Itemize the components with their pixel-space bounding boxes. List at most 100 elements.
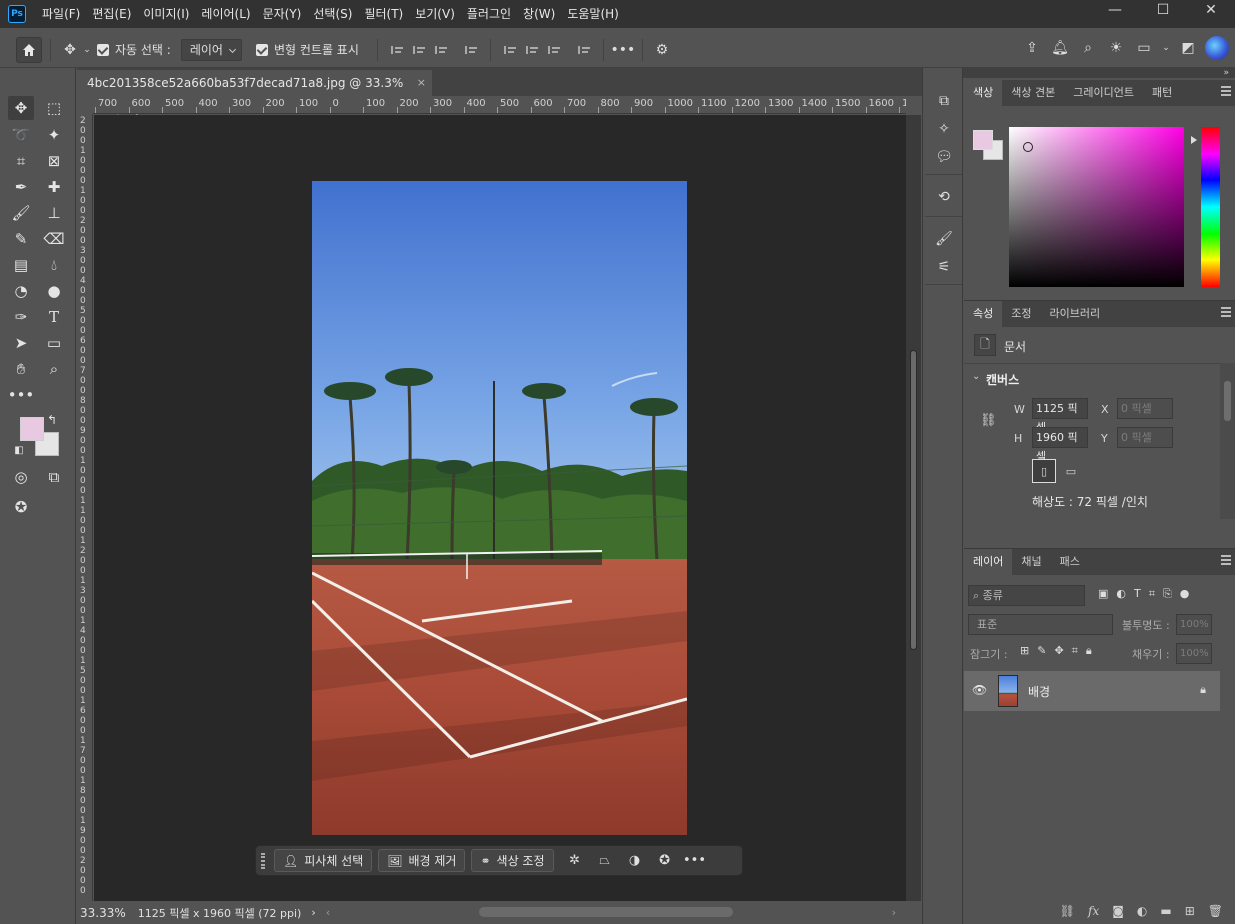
- lock-position-icon[interactable]: ✥: [1054, 644, 1063, 658]
- bell-icon[interactable]: 🔔︎: [1049, 37, 1071, 59]
- lock-all-icon[interactable]: 🔒︎: [1086, 644, 1092, 658]
- history-icon[interactable]: ⟲: [933, 186, 955, 208]
- color-adjust-button[interactable]: ⚭ 색상 조정: [471, 849, 554, 872]
- chevron-right-icon[interactable]: ›: [311, 906, 315, 919]
- distribute-horizontal-icon[interactable]: [460, 39, 482, 61]
- move-tool-icon[interactable]: ✥: [8, 96, 34, 120]
- more-tools-icon[interactable]: •••: [8, 383, 35, 407]
- share-icon[interactable]: ⇪: [1021, 37, 1043, 59]
- tab-gradients[interactable]: 그레이디언트: [1064, 80, 1143, 106]
- type-tool-icon[interactable]: T: [41, 305, 67, 329]
- select-subject-button[interactable]: 👤︎ 피사체 선택: [274, 849, 373, 872]
- minimize-button[interactable]: —: [1091, 0, 1139, 20]
- panel-menu-icon[interactable]: [1221, 86, 1231, 96]
- actions-icon[interactable]: ✧: [933, 118, 955, 140]
- horizontal-scrollbar-thumb[interactable]: [479, 907, 733, 917]
- zoom-level[interactable]: 33.33%: [80, 906, 126, 920]
- y-input[interactable]: 0 픽셀: [1117, 427, 1173, 448]
- lock-pixels-icon[interactable]: ✎: [1037, 644, 1046, 658]
- link-layers-icon[interactable]: ⛓: [1060, 904, 1075, 918]
- screen-mode-icon[interactable]: ⧉: [41, 465, 67, 489]
- transform-controls-checkbox[interactable]: [255, 43, 268, 56]
- maximize-button[interactable]: ☐: [1139, 0, 1187, 20]
- fx-icon[interactable]: fx: [1088, 904, 1099, 918]
- pen-tool-icon[interactable]: ✑: [8, 305, 34, 329]
- avatar[interactable]: [1205, 36, 1229, 60]
- layer-filter-search[interactable]: ⌕ 종류: [968, 585, 1085, 606]
- comments-icon[interactable]: 💬︎: [933, 146, 955, 168]
- chevron-down-icon[interactable]: ⌄: [1161, 37, 1171, 59]
- menu-item[interactable]: 레이어(L): [195, 0, 256, 28]
- x-input[interactable]: 0 픽셀: [1117, 398, 1173, 419]
- align-center-icon[interactable]: [408, 39, 430, 61]
- foreground-color-swatch[interactable]: [20, 417, 44, 441]
- tab-channels[interactable]: 채널: [1012, 549, 1050, 575]
- default-colors-icon[interactable]: ◧: [12, 443, 26, 457]
- eraser-tool-icon[interactable]: ⌫: [41, 227, 67, 251]
- align-bottom-icon[interactable]: [543, 39, 565, 61]
- panels-collapse-strip[interactable]: »»: [922, 68, 1235, 78]
- crop-tool-icon[interactable]: ⌗: [8, 149, 34, 173]
- filter-toggle-icon[interactable]: ●: [1180, 587, 1190, 601]
- chevron-down-icon[interactable]: ⌄: [81, 39, 93, 61]
- opacity-input[interactable]: 100%: [1176, 614, 1212, 635]
- align-middle-icon[interactable]: [521, 39, 543, 61]
- tab-patterns[interactable]: 패턴: [1143, 80, 1181, 106]
- generative-tool-icon[interactable]: ✪: [8, 495, 34, 519]
- remove-background-button[interactable]: 🖼︎ 배경 제거: [378, 849, 466, 872]
- tab-layers[interactable]: 레이어: [964, 549, 1013, 575]
- vertical-scrollbar[interactable]: [906, 115, 921, 901]
- tab-properties[interactable]: 속성: [964, 301, 1003, 327]
- filter-shape-icon[interactable]: ⌗: [1149, 587, 1155, 601]
- search-icon[interactable]: ⌕: [1077, 37, 1099, 59]
- zoom-tool-icon[interactable]: ⌕: [41, 357, 67, 381]
- document-tab[interactable]: 4bc201358ce52a660ba53f7decad71a8.jpg @ 3…: [77, 70, 432, 116]
- rectangle-tool-icon[interactable]: ▭: [41, 331, 67, 355]
- portrait-orientation-icon[interactable]: ▯: [1032, 459, 1056, 483]
- scroll-right-icon[interactable]: ›: [892, 906, 896, 919]
- canvas-image[interactable]: [312, 181, 687, 835]
- move-tool-icon[interactable]: ✥: [59, 39, 81, 61]
- tab-adjustments[interactable]: 조정: [1002, 301, 1040, 327]
- trash-icon[interactable]: 🗑︎: [1208, 904, 1223, 918]
- foreground-color-swatch[interactable]: [973, 130, 993, 150]
- zoom-lens-tool-icon[interactable]: ●: [41, 279, 67, 303]
- filter-pixel-icon[interactable]: ▣: [1098, 587, 1108, 601]
- artboard-icon[interactable]: ⧉: [933, 90, 955, 112]
- menu-item[interactable]: 파일(F): [36, 0, 86, 28]
- menu-item[interactable]: 도움말(H): [561, 0, 625, 28]
- tab-swatches[interactable]: 색상 견본: [1002, 80, 1064, 106]
- filter-smart-object-icon[interactable]: ⎘: [1163, 587, 1172, 601]
- quick-mask-icon[interactable]: ◎: [8, 465, 34, 489]
- close-tab-icon[interactable]: ×: [417, 70, 426, 96]
- width-input[interactable]: 1125 픽셀: [1032, 398, 1088, 434]
- layer-row[interactable]: 👁︎ 배경 🔒︎: [964, 671, 1220, 711]
- home-button[interactable]: [16, 36, 42, 63]
- menu-item[interactable]: 창(W): [517, 0, 561, 28]
- adjustment-icon[interactable]: ◑: [620, 849, 650, 872]
- hue-slider[interactable]: [1201, 127, 1220, 287]
- gear-icon[interactable]: ⚙: [651, 39, 673, 61]
- auto-select-checkbox[interactable]: [97, 43, 109, 56]
- menu-item[interactable]: 보기(V): [409, 0, 461, 28]
- vertical-scrollbar-thumb[interactable]: [910, 350, 917, 650]
- brush-settings-icon[interactable]: 🖌︎: [933, 228, 955, 250]
- clone-stamp-tool-icon[interactable]: ⊥: [41, 201, 67, 225]
- tool-presets-icon[interactable]: ⚟: [933, 256, 955, 278]
- healing-brush-tool-icon[interactable]: ✚: [41, 175, 67, 199]
- panel-menu-icon[interactable]: [1221, 555, 1231, 565]
- filter-type-icon[interactable]: T: [1134, 587, 1141, 601]
- color-picker-field[interactable]: [1009, 127, 1184, 287]
- panel-menu-icon[interactable]: [1221, 307, 1231, 317]
- marquee-tool-icon[interactable]: ⬚: [41, 96, 67, 120]
- collapse-chevron-icon[interactable]: ⌄: [972, 371, 980, 382]
- more-options-button[interactable]: •••: [680, 849, 710, 872]
- filter-adjustment-icon[interactable]: ◐: [1116, 587, 1126, 601]
- tab-paths[interactable]: 패스: [1051, 549, 1089, 575]
- layer-mask-icon[interactable]: ◙: [1112, 904, 1124, 918]
- layer-lock-icon[interactable]: 🔒︎: [1200, 683, 1206, 697]
- menu-item[interactable]: 필터(T): [358, 0, 409, 28]
- menu-item[interactable]: 편집(E): [86, 0, 137, 28]
- folder-icon[interactable]: ▬: [1160, 904, 1171, 918]
- fill-input[interactable]: 100%: [1176, 643, 1212, 664]
